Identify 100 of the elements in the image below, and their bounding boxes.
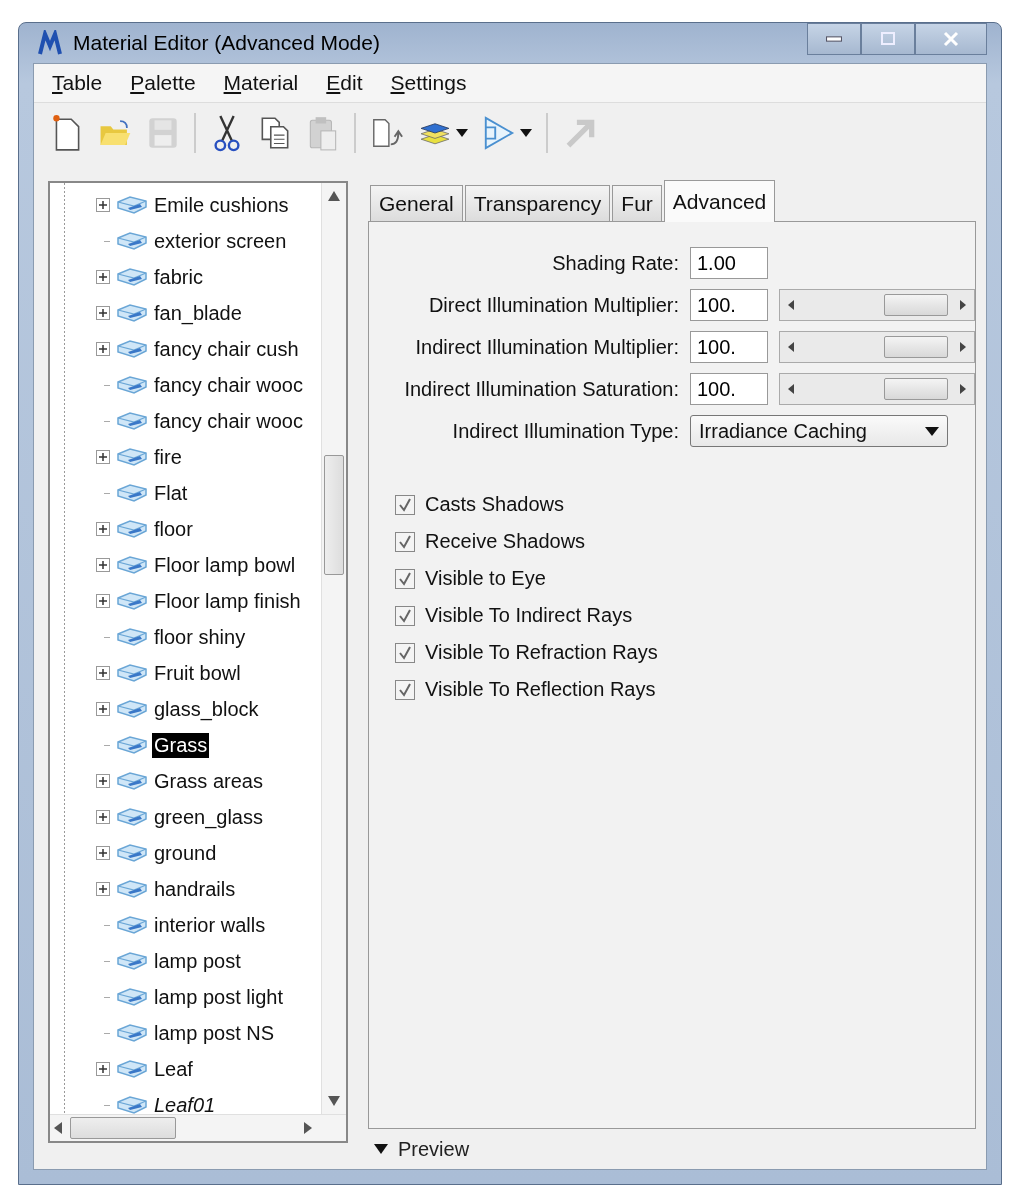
expand-icon[interactable] xyxy=(96,198,110,212)
tree-item[interactable]: green_glass xyxy=(152,804,265,830)
expand-icon[interactable] xyxy=(96,810,110,824)
menu-item[interactable]: Palette xyxy=(130,71,196,95)
checkbox-label: Visible To Refraction Rays xyxy=(425,641,658,664)
tree-item[interactable]: handrails xyxy=(152,876,238,902)
input-field[interactable]: 1.00 xyxy=(690,247,768,279)
tree-item[interactable]: ground xyxy=(152,840,219,866)
tab[interactable]: Fur xyxy=(612,185,662,221)
expand-icon[interactable] xyxy=(96,342,110,356)
tree-item[interactable]: fan_blade xyxy=(152,300,244,326)
field-label: Indirect Illumination Multiplier: xyxy=(414,335,679,359)
tree-item[interactable]: Flat xyxy=(152,480,190,506)
tree-item[interactable]: lamp post light xyxy=(152,984,285,1010)
material-icon xyxy=(116,1094,148,1114)
menu-item[interactable]: Material xyxy=(223,71,299,95)
checkbox[interactable] xyxy=(395,531,415,552)
scrollbar-thumb[interactable] xyxy=(70,1117,176,1139)
tree-item[interactable]: Fruit bowl xyxy=(152,660,243,686)
scroll-up-icon[interactable] xyxy=(328,191,340,201)
tree-item[interactable]: fabric xyxy=(152,264,205,290)
tree-item[interactable]: interior walls xyxy=(152,912,268,938)
scroll-left-icon[interactable] xyxy=(788,300,794,310)
expand-icon[interactable] xyxy=(96,558,110,572)
menu-item[interactable]: Settings xyxy=(390,71,467,95)
checkbox-label: Visible To Reflection Rays xyxy=(425,678,656,701)
tree-item[interactable]: exterior screen xyxy=(152,228,289,254)
scroll-left-icon[interactable] xyxy=(54,1122,62,1134)
maximize-button[interactable] xyxy=(861,23,915,55)
field-label: Indirect Illumination Type: xyxy=(451,419,679,443)
material-icon xyxy=(116,374,148,396)
input-field[interactable]: 100. xyxy=(690,331,768,363)
scroll-down-icon[interactable] xyxy=(328,1096,340,1106)
slider-thumb[interactable] xyxy=(884,294,948,316)
scroll-left-icon[interactable] xyxy=(788,342,794,352)
tree-item[interactable]: Floor lamp finish xyxy=(152,588,303,614)
tree-item[interactable]: glass_block xyxy=(152,696,261,722)
tree-item[interactable]: floor xyxy=(152,516,195,542)
material-icon xyxy=(116,698,148,720)
tree-item[interactable]: Floor lamp bowl xyxy=(152,552,298,578)
expand-icon[interactable] xyxy=(96,846,110,860)
input-field[interactable]: 100. xyxy=(690,373,768,405)
tree-item[interactable]: fancy chair wooc xyxy=(152,408,305,434)
tree-item[interactable]: lamp post xyxy=(152,948,243,974)
checkbox[interactable] xyxy=(395,494,415,515)
tree-item[interactable]: floor shiny xyxy=(152,624,248,650)
expand-icon[interactable] xyxy=(96,270,110,284)
expand-icon[interactable] xyxy=(96,702,110,716)
dropdown-arrow-icon[interactable] xyxy=(520,129,532,137)
checkbox-label: Receive Shadows xyxy=(425,530,586,553)
preview-label[interactable]: Preview xyxy=(398,1137,470,1161)
material-icon xyxy=(116,266,148,288)
expand-icon[interactable] xyxy=(96,306,110,320)
tree-item[interactable]: Leaf xyxy=(152,1056,195,1082)
minimize-button[interactable] xyxy=(807,23,861,55)
scroll-right-icon[interactable] xyxy=(960,342,966,352)
menu-item[interactable]: Edit xyxy=(326,71,363,95)
slider-thumb[interactable] xyxy=(884,378,948,400)
expand-icon[interactable] xyxy=(96,666,110,680)
tree-item[interactable]: fancy chair cush xyxy=(152,336,301,362)
material-icon xyxy=(116,770,148,792)
checkbox[interactable] xyxy=(395,679,415,700)
scroll-right-icon[interactable] xyxy=(960,384,966,394)
checkbox[interactable] xyxy=(395,605,415,626)
app-icon xyxy=(37,30,63,56)
close-button[interactable] xyxy=(915,23,987,55)
dropdown-arrow-icon[interactable] xyxy=(456,129,468,137)
input-field[interactable]: 100. xyxy=(690,289,768,321)
tab[interactable]: Advanced xyxy=(663,180,776,222)
slider-thumb[interactable] xyxy=(884,336,948,358)
expand-icon[interactable] xyxy=(96,882,110,896)
tree-item[interactable]: Emile cushions xyxy=(152,192,291,218)
expand-icon[interactable] xyxy=(96,774,110,788)
tree-item[interactable]: fire xyxy=(152,444,184,470)
material-icon xyxy=(116,518,148,540)
tree-item[interactable]: Grass areas xyxy=(152,768,265,794)
expand-icon[interactable] xyxy=(96,450,110,464)
expand-icon[interactable] xyxy=(96,1062,110,1076)
field-label: Direct Illumination Multiplier: xyxy=(427,293,679,317)
scroll-right-icon[interactable] xyxy=(960,300,966,310)
material-icon xyxy=(116,950,148,972)
expand-icon[interactable] xyxy=(96,522,110,536)
scroll-left-icon[interactable] xyxy=(788,384,794,394)
menu-item[interactable]: Table xyxy=(52,71,103,95)
tree-item[interactable]: fancy chair wooc xyxy=(152,372,305,398)
scroll-right-icon[interactable] xyxy=(304,1122,312,1134)
tab[interactable]: General xyxy=(370,185,463,221)
scrollbar-thumb[interactable] xyxy=(324,455,344,575)
expander-icon[interactable] xyxy=(374,1144,388,1154)
checkbox[interactable] xyxy=(395,568,415,589)
expand-icon[interactable] xyxy=(96,594,110,608)
material-icon xyxy=(116,662,148,684)
checkbox-label: Visible To Indirect Rays xyxy=(425,604,633,627)
material-icon xyxy=(116,842,148,864)
tab[interactable]: Transparency xyxy=(464,185,611,221)
dropdown[interactable]: Irradiance Caching xyxy=(690,415,948,447)
tree-item[interactable]: lamp post NS xyxy=(152,1020,277,1046)
checkbox[interactable] xyxy=(395,642,415,663)
tree-item[interactable]: Leaf01 xyxy=(152,1092,218,1114)
tree-item[interactable]: Grass xyxy=(152,732,210,758)
